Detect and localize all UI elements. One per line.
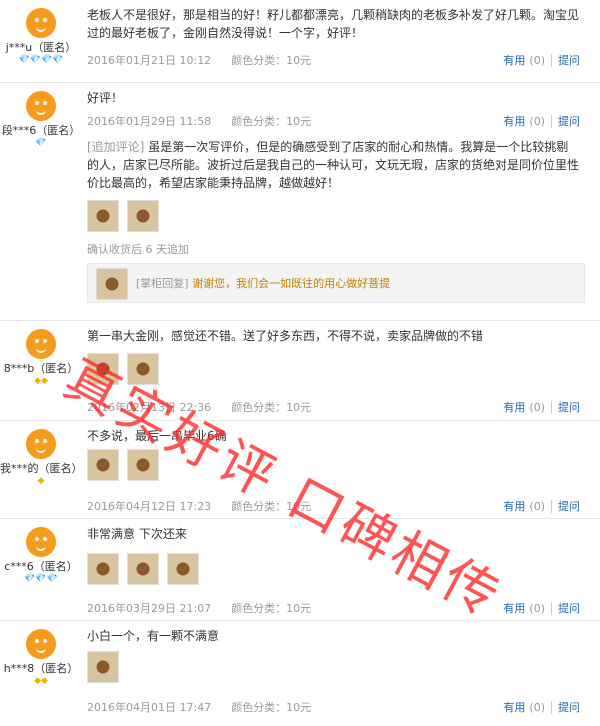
user-rank-badge: 💎 bbox=[35, 138, 47, 148]
avatar[interactable] bbox=[26, 429, 56, 459]
review-date: 2016年01月29日 11:58 bbox=[87, 115, 212, 128]
review-meta: 2016年01月21日 10:12 颜色分类：10元 bbox=[87, 52, 311, 68]
username[interactable]: c***6（匿名） bbox=[0, 560, 82, 574]
review-text: 小白一个，有一颗不满意 bbox=[87, 629, 220, 643]
review-item: c***6（匿名） 💎💎💎 非常满意 下次还来 2016年03月29日 21:0… bbox=[0, 519, 600, 621]
review-text: 老板人不是很好，那是相当的好！籽儿都都漂亮，几颗稍缺肉的老板多补发了好几颗。淘宝… bbox=[87, 8, 580, 40]
user-rank-badge: ◆◆ bbox=[34, 376, 48, 386]
review-item: h***8（匿名） ◆◆ 小白一个，有一颗不满意 2016年04月01日 17:… bbox=[0, 621, 600, 724]
useful-button[interactable]: 有用 bbox=[503, 500, 525, 513]
review-photo[interactable] bbox=[87, 651, 119, 683]
ask-button[interactable]: 提问 bbox=[551, 701, 580, 714]
review-item: j***u（匿名） 💎💎💎💎 老板人不是很好，那是相当的好！籽儿都都漂亮，几颗稍… bbox=[0, 0, 600, 83]
review-photo[interactable] bbox=[127, 449, 159, 481]
review-photo[interactable] bbox=[87, 449, 119, 481]
review-photo[interactable] bbox=[127, 553, 159, 585]
username[interactable]: 我***的（匿名） bbox=[0, 462, 83, 476]
user-info: 8***b（匿名） ◆◆ bbox=[0, 321, 82, 386]
review-date: 2016年03月29日 21:07 bbox=[87, 602, 212, 615]
appended-tag: [追加评论] bbox=[87, 140, 145, 154]
user-rank-badge: ◆ bbox=[37, 476, 45, 486]
seller-reply: [掌柜回复] 谢谢您，我们会一如既往的用心做好菩提 bbox=[87, 263, 585, 303]
avatar[interactable] bbox=[26, 91, 56, 121]
username[interactable]: j***u（匿名） bbox=[0, 41, 82, 55]
review-text: 第一串大金刚，感觉还不错。送了好多东西，不得不说，卖家品牌做的不错 bbox=[87, 329, 484, 343]
useful-count: (0) bbox=[529, 401, 545, 414]
review-item: 段***6（匿名） 💎 好评！ 2016年01月29日 11:58 颜色分类：10… bbox=[0, 83, 600, 321]
review-photo[interactable] bbox=[87, 553, 119, 585]
appended-text: 虽是第一次写评价，但是的确感受到了店家的耐心和热情。我算是一个比较挑剔的人，店家… bbox=[87, 140, 580, 190]
color-category: 颜色分类：10元 bbox=[231, 602, 312, 615]
review-date: 2016年04月12日 17:23 bbox=[87, 500, 212, 513]
avatar[interactable] bbox=[26, 527, 56, 557]
user-info: h***8（匿名） ◆◆ bbox=[0, 621, 82, 686]
review-photo[interactable] bbox=[87, 353, 119, 385]
username[interactable]: 8***b（匿名） bbox=[0, 362, 82, 376]
useful-count: (0) bbox=[529, 54, 545, 67]
review-date: 2016年04月01日 17:47 bbox=[87, 701, 212, 714]
user-info: 我***的（匿名） ◆ bbox=[0, 421, 83, 486]
color-category: 颜色分类：10元 bbox=[231, 701, 312, 714]
useful-count: (0) bbox=[529, 701, 545, 714]
useful-count: (0) bbox=[529, 500, 545, 513]
review-date: 2016年01月21日 10:12 bbox=[87, 54, 212, 67]
seller-avatar bbox=[96, 268, 128, 300]
username[interactable]: 段***6（匿名） bbox=[0, 124, 82, 138]
useful-button[interactable]: 有用 bbox=[503, 54, 525, 67]
useful-button[interactable]: 有用 bbox=[503, 701, 525, 714]
review-item: 8***b（匿名） ◆◆ 第一串大金刚，感觉还不错。送了好多东西，不得不说，卖家… bbox=[0, 321, 600, 421]
username[interactable]: h***8（匿名） bbox=[0, 662, 82, 676]
review-text: 非常满意 下次还来 bbox=[87, 527, 187, 541]
avatar[interactable] bbox=[26, 329, 56, 359]
color-category: 颜色分类：10元 bbox=[231, 115, 312, 128]
user-rank-badge: 💎💎💎 bbox=[24, 574, 58, 584]
avatar[interactable] bbox=[26, 8, 56, 38]
review-photo[interactable] bbox=[87, 200, 119, 232]
ask-button[interactable]: 提问 bbox=[551, 500, 580, 513]
reply-tag: [掌柜回复] bbox=[136, 277, 189, 290]
color-category: 颜色分类：10元 bbox=[231, 401, 312, 414]
avatar[interactable] bbox=[26, 629, 56, 659]
user-info: j***u（匿名） 💎💎💎💎 bbox=[0, 0, 82, 65]
user-rank-badge: ◆◆ bbox=[34, 676, 48, 686]
useful-count: (0) bbox=[529, 115, 545, 128]
reply-text: 谢谢您，我们会一如既往的用心做好菩提 bbox=[192, 277, 391, 290]
color-category: 颜色分类：10元 bbox=[231, 54, 312, 67]
ask-button[interactable]: 提问 bbox=[551, 54, 580, 67]
useful-button[interactable]: 有用 bbox=[503, 115, 525, 128]
review-text: 不多说，最后一串毕业6确 bbox=[87, 429, 227, 443]
useful-button[interactable]: 有用 bbox=[503, 602, 525, 615]
user-info: c***6（匿名） 💎💎💎 bbox=[0, 519, 82, 584]
ask-button[interactable]: 提问 bbox=[551, 602, 580, 615]
user-rank-badge: 💎💎💎💎 bbox=[18, 55, 64, 65]
color-category: 颜色分类：10元 bbox=[231, 500, 312, 513]
user-info: 段***6（匿名） 💎 bbox=[0, 83, 82, 148]
review-item: 我***的（匿名） ◆ 不多说，最后一串毕业6确 2016年04月12日 17:… bbox=[0, 421, 600, 519]
useful-button[interactable]: 有用 bbox=[503, 401, 525, 414]
ask-button[interactable]: 提问 bbox=[551, 401, 580, 414]
review-text: 好评！ bbox=[87, 91, 124, 105]
useful-count: (0) bbox=[529, 602, 545, 615]
appended-note: 确认收货后 6 天追加 bbox=[87, 243, 189, 256]
review-photo[interactable] bbox=[127, 353, 159, 385]
appended-review: [追加评论] 虽是第一次写评价，但是的确感受到了店家的耐心和热情。我算是一个比较… bbox=[87, 138, 580, 192]
ask-button[interactable]: 提问 bbox=[551, 115, 580, 128]
review-photo[interactable] bbox=[167, 553, 199, 585]
review-date: 2016年02月13日 22:36 bbox=[87, 401, 212, 414]
review-photo[interactable] bbox=[127, 200, 159, 232]
